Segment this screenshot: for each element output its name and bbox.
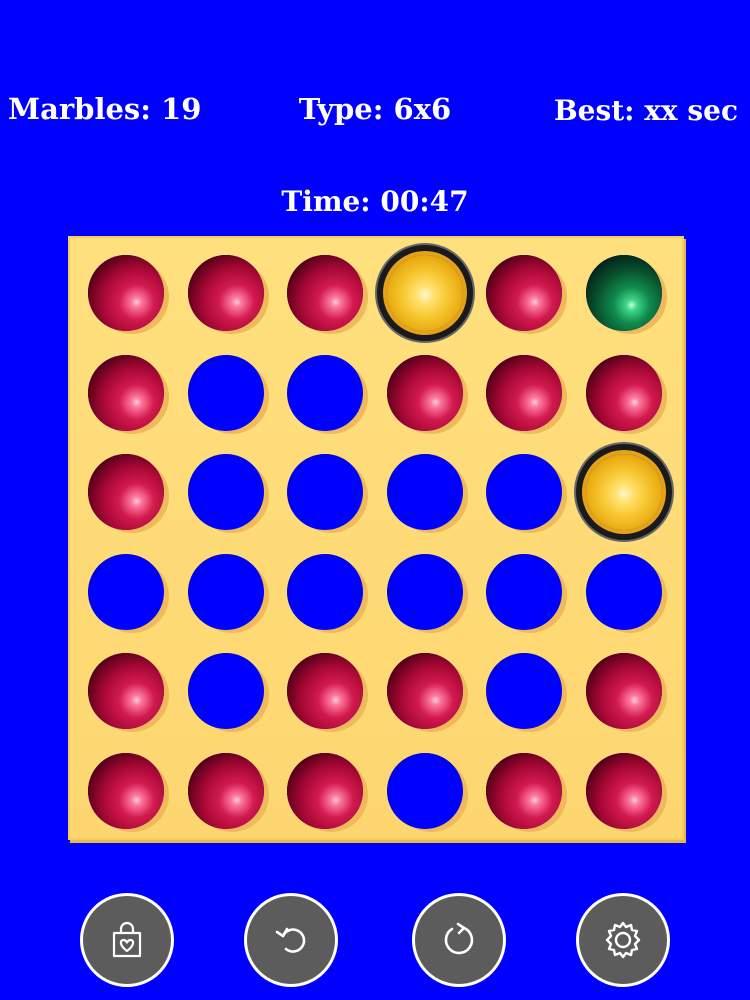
board-cell[interactable] bbox=[82, 548, 170, 636]
board-cell[interactable] bbox=[381, 747, 469, 835]
red-marble[interactable] bbox=[287, 255, 364, 331]
hole bbox=[486, 553, 563, 630]
board-cell[interactable] bbox=[381, 448, 469, 536]
board-cell[interactable] bbox=[281, 448, 369, 536]
board-cell[interactable] bbox=[381, 249, 469, 337]
board-cell[interactable] bbox=[182, 349, 270, 437]
red-marble[interactable] bbox=[586, 653, 662, 730]
board-cell[interactable] bbox=[182, 548, 270, 636]
hole bbox=[486, 454, 563, 531]
red-marble[interactable] bbox=[88, 653, 164, 730]
hole bbox=[386, 753, 463, 829]
board-cell[interactable] bbox=[82, 647, 170, 735]
hole bbox=[386, 454, 463, 531]
red-marble[interactable] bbox=[386, 653, 463, 730]
board-cell[interactable] bbox=[381, 647, 469, 735]
hole bbox=[287, 553, 364, 630]
board-cell[interactable] bbox=[480, 448, 568, 536]
red-marble[interactable] bbox=[287, 653, 364, 730]
board-cell[interactable] bbox=[580, 349, 668, 437]
board-cell[interactable] bbox=[281, 747, 369, 835]
board-cell[interactable] bbox=[480, 249, 568, 337]
hole bbox=[187, 553, 264, 630]
board-cell[interactable] bbox=[182, 448, 270, 536]
hole bbox=[187, 454, 264, 531]
settings-button[interactable] bbox=[576, 893, 670, 987]
shop-button[interactable] bbox=[80, 893, 174, 987]
hole bbox=[287, 454, 364, 531]
undo-arrow-icon bbox=[275, 927, 306, 953]
red-marble[interactable] bbox=[486, 753, 563, 829]
board-cell[interactable] bbox=[281, 249, 369, 337]
red-marble[interactable] bbox=[187, 753, 264, 829]
red-marble[interactable] bbox=[486, 255, 563, 331]
red-marble[interactable] bbox=[88, 255, 164, 331]
shopping-bag-heart-icon bbox=[112, 921, 142, 958]
board-cell[interactable] bbox=[182, 747, 270, 835]
board-cell[interactable] bbox=[281, 349, 369, 437]
restart-button[interactable] bbox=[412, 893, 506, 987]
red-marble[interactable] bbox=[586, 753, 662, 829]
red-marble[interactable] bbox=[486, 354, 563, 431]
gear-icon bbox=[605, 921, 641, 959]
yellow-marble[interactable] bbox=[386, 255, 463, 331]
hole bbox=[586, 553, 662, 630]
board-cell[interactable] bbox=[381, 548, 469, 636]
hole bbox=[187, 354, 264, 431]
hole bbox=[88, 553, 164, 630]
board-cell[interactable] bbox=[281, 647, 369, 735]
board-cell[interactable] bbox=[580, 647, 668, 735]
restart-circle-arrow-icon bbox=[444, 922, 474, 955]
board-cell[interactable] bbox=[82, 249, 170, 337]
yellow-marble[interactable] bbox=[586, 454, 662, 531]
game-board bbox=[68, 236, 684, 840]
board-cell[interactable] bbox=[82, 747, 170, 835]
board-cell[interactable] bbox=[480, 349, 568, 437]
undo-button[interactable] bbox=[244, 893, 338, 987]
board-cell[interactable] bbox=[480, 747, 568, 835]
green-marble[interactable] bbox=[586, 255, 662, 331]
board-cell[interactable] bbox=[381, 349, 469, 437]
board-cell[interactable] bbox=[580, 548, 668, 636]
hole bbox=[287, 354, 364, 431]
board-cell[interactable] bbox=[480, 548, 568, 636]
red-marble[interactable] bbox=[287, 753, 364, 829]
board-cell[interactable] bbox=[480, 647, 568, 735]
best-time-label: Best: xx sec bbox=[553, 94, 738, 127]
red-marble[interactable] bbox=[187, 255, 264, 331]
timer-label: Time: 00:47 bbox=[281, 185, 469, 218]
red-marble[interactable] bbox=[586, 354, 662, 431]
red-marble[interactable] bbox=[88, 354, 164, 431]
hole bbox=[486, 653, 563, 730]
board-cell[interactable] bbox=[182, 647, 270, 735]
red-marble[interactable] bbox=[88, 454, 164, 531]
board-cell[interactable] bbox=[580, 747, 668, 835]
hole bbox=[187, 653, 264, 730]
red-marble[interactable] bbox=[88, 753, 164, 829]
board-cell[interactable] bbox=[580, 249, 668, 337]
board-cell[interactable] bbox=[82, 349, 170, 437]
board-cell[interactable] bbox=[182, 249, 270, 337]
board-cell[interactable] bbox=[82, 448, 170, 536]
board-cell[interactable] bbox=[281, 548, 369, 636]
red-marble[interactable] bbox=[386, 354, 463, 431]
board-cell[interactable] bbox=[580, 448, 668, 536]
hole bbox=[386, 553, 463, 630]
